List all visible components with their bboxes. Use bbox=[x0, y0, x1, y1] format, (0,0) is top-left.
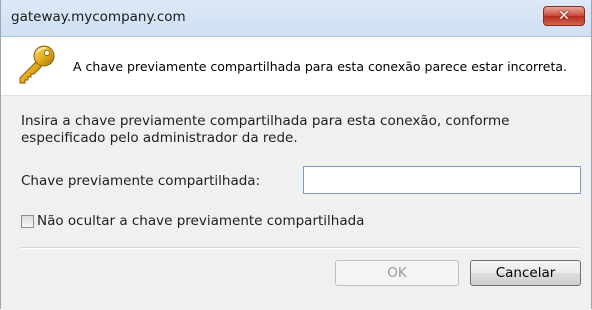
show-key-label[interactable]: Não ocultar a chave previamente comparti… bbox=[37, 213, 364, 229]
show-key-checkbox[interactable] bbox=[21, 214, 34, 228]
preshared-key-label: Chave previamente compartilhada: bbox=[21, 173, 261, 189]
cancel-button[interactable]: Cancelar bbox=[470, 260, 581, 286]
dialog-header: A chave previamente compartilhada para e… bbox=[1, 37, 591, 95]
error-message: A chave previamente compartilhada para e… bbox=[73, 59, 568, 74]
separator bbox=[21, 247, 579, 249]
close-icon: ✕ bbox=[558, 8, 570, 24]
show-key-option[interactable]: Não ocultar a chave previamente comparti… bbox=[21, 213, 364, 229]
ok-button[interactable]: OK bbox=[335, 260, 459, 286]
title-bar[interactable]: gateway.mycompany.com ✕ bbox=[1, 0, 591, 37]
preshared-key-input[interactable] bbox=[303, 166, 581, 194]
instruction-text: Insira a chave previamente compartilhada… bbox=[21, 113, 510, 146]
dialog-content: Insira a chave previamente compartilhada… bbox=[1, 95, 591, 310]
key-icon bbox=[19, 45, 55, 84]
vpn-credentials-dialog: gateway.mycompany.com ✕ A chave previame… bbox=[0, 0, 592, 310]
close-button[interactable]: ✕ bbox=[543, 6, 585, 26]
window-title: gateway.mycompany.com bbox=[11, 9, 186, 25]
